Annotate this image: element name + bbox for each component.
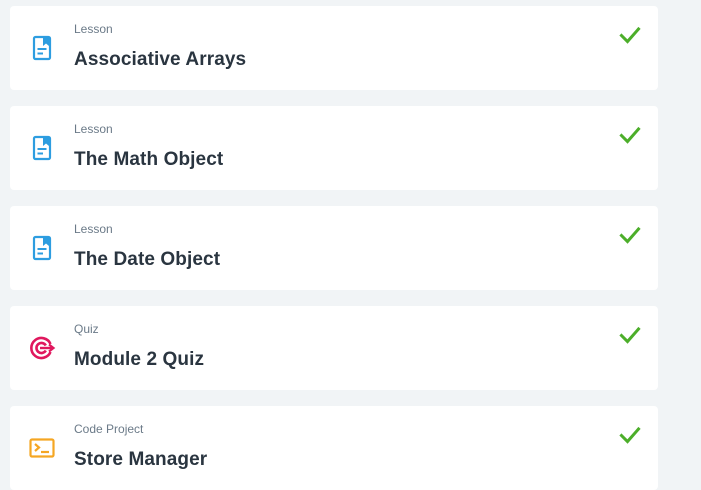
- completed-check-icon: [618, 423, 642, 447]
- module-item-quiz[interactable]: Quiz Module 2 Quiz: [10, 306, 658, 390]
- module-item-lesson[interactable]: Lesson The Math Object: [10, 106, 658, 190]
- item-type-label: Lesson: [74, 222, 113, 236]
- target-icon: [28, 334, 56, 362]
- module-item-lesson[interactable]: Lesson The Date Object: [10, 206, 658, 290]
- terminal-icon: [28, 434, 56, 462]
- item-title: The Date Object: [74, 249, 221, 270]
- item-title: The Math Object: [74, 149, 224, 170]
- completed-check-icon: [618, 23, 642, 47]
- module-item-list: Lesson Associative Arrays Lesson The Mat…: [10, 6, 658, 490]
- item-title: Module 2 Quiz: [74, 349, 205, 370]
- document-icon: [28, 34, 56, 62]
- item-title: Associative Arrays: [74, 49, 247, 70]
- item-type-label: Code Project: [74, 422, 144, 436]
- module-item-code-project[interactable]: Code Project Store Manager: [10, 406, 658, 490]
- completed-check-icon: [618, 223, 642, 247]
- completed-check-icon: [618, 323, 642, 347]
- item-type-label: Quiz: [74, 322, 99, 336]
- item-title: Store Manager: [74, 449, 208, 470]
- module-item-lesson[interactable]: Lesson Associative Arrays: [10, 6, 658, 90]
- item-type-label: Lesson: [74, 22, 113, 36]
- item-type-label: Lesson: [74, 122, 113, 136]
- completed-check-icon: [618, 123, 642, 147]
- document-icon: [28, 234, 56, 262]
- document-icon: [28, 134, 56, 162]
